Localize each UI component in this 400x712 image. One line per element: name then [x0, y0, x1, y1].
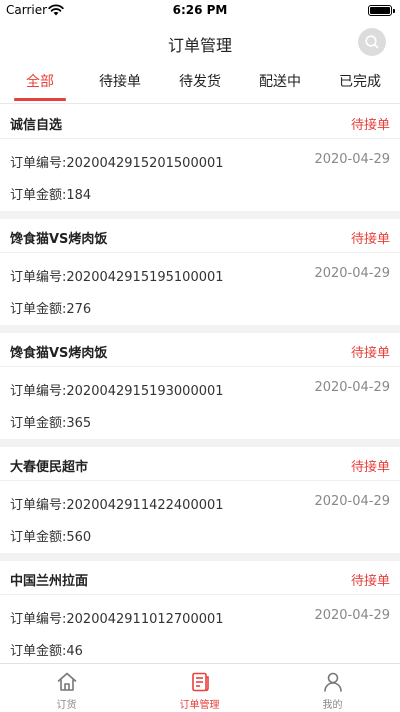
bottom-tab-bar: 订货 订单管理 我的	[0, 663, 400, 712]
shop-name: 中国兰州拉面	[10, 574, 89, 589]
tab-bar-item-order-goods[interactable]: 订货	[0, 664, 133, 712]
status-time: 6:26 PM	[172, 3, 228, 17]
order-amount: 订单金额:184	[10, 188, 92, 203]
tab-bar-label: 我的	[322, 700, 343, 711]
status-bar: Carrier 6:26 PM	[0, 0, 400, 22]
order-date: 2020-04-29	[314, 266, 390, 281]
order-card-header: 馋食猫VS烤肉饭 待接单	[0, 219, 400, 253]
order-date: 2020-04-29	[314, 380, 390, 395]
order-card[interactable]: 诚信自选 待接单 订单编号:2020042915201500001 2020-0…	[0, 105, 400, 211]
tab-bar-item-order-management[interactable]: 订单管理	[133, 664, 266, 712]
order-amount: 订单金额:560	[10, 530, 92, 545]
battery-icon	[368, 5, 395, 16]
order-card-header: 馋食猫VS烤肉饭 待接单	[0, 333, 400, 367]
order-date: 2020-04-29	[314, 152, 390, 167]
tab-pending-accept[interactable]: 待接单	[80, 71, 160, 91]
order-card[interactable]: 馋食猫VS烤肉饭 待接单 订单编号:2020042915195100001 20…	[0, 219, 400, 325]
user-icon	[324, 672, 342, 692]
order-status-tabs: 全部 待接单 待发货 配送中 已完成	[0, 62, 400, 104]
order-amount: 订单金额:365	[10, 416, 92, 431]
tab-pending-ship[interactable]: 待发货	[160, 71, 240, 91]
order-card[interactable]: 大春便民超市 待接单 订单编号:2020042911422400001 2020…	[0, 447, 400, 553]
order-number: 订单编号:2020042915193000001	[10, 384, 224, 399]
order-status-badge: 待接单	[350, 118, 390, 133]
order-list[interactable]: 诚信自选 待接单 订单编号:2020042915201500001 2020-0…	[0, 105, 400, 663]
order-card[interactable]: 中国兰州拉面 待接单 订单编号:2020042911012700001 2020…	[0, 561, 400, 663]
order-card-header: 中国兰州拉面 待接单	[0, 561, 400, 595]
order-card-header: 大春便民超市 待接单	[0, 447, 400, 481]
order-number: 订单编号:2020042915195100001	[10, 270, 224, 285]
shop-name: 馋食猫VS烤肉饭	[10, 346, 108, 361]
order-status-badge: 待接单	[350, 232, 390, 247]
tab-bar-label: 订单管理	[179, 700, 220, 711]
page-title: 订单管理	[167, 36, 232, 55]
tab-bar-label: 订货	[56, 700, 77, 711]
order-number: 订单编号:2020042911012700001	[10, 612, 224, 627]
order-number: 订单编号:2020042915201500001	[10, 156, 224, 171]
shop-name: 馋食猫VS烤肉饭	[10, 232, 108, 247]
tab-delivering[interactable]: 配送中	[240, 71, 320, 91]
active-tab-indicator	[14, 98, 66, 101]
tab-bar-item-mine[interactable]: 我的	[266, 664, 399, 712]
order-status-badge: 待接单	[350, 346, 390, 361]
home-icon	[57, 672, 77, 691]
tab-all[interactable]: 全部	[0, 71, 80, 91]
order-date: 2020-04-29	[314, 608, 390, 623]
order-list-icon	[192, 672, 209, 692]
order-card-header: 诚信自选 待接单	[0, 105, 400, 139]
tab-completed[interactable]: 已完成	[320, 71, 400, 91]
shop-name: 诚信自选	[10, 118, 63, 133]
order-amount: 订单金额:276	[10, 302, 92, 317]
order-date: 2020-04-29	[314, 494, 390, 509]
search-button[interactable]	[358, 28, 386, 56]
order-status-badge: 待接单	[350, 460, 390, 475]
order-card[interactable]: 馋食猫VS烤肉饭 待接单 订单编号:2020042915193000001 20…	[0, 333, 400, 439]
nav-bar: 订单管理	[0, 22, 400, 62]
order-amount: 订单金额:46	[10, 644, 83, 659]
order-status-badge: 待接单	[350, 574, 390, 589]
search-icon	[365, 35, 379, 49]
order-number: 订单编号:2020042911422400001	[10, 498, 224, 513]
shop-name: 大春便民超市	[10, 460, 89, 475]
